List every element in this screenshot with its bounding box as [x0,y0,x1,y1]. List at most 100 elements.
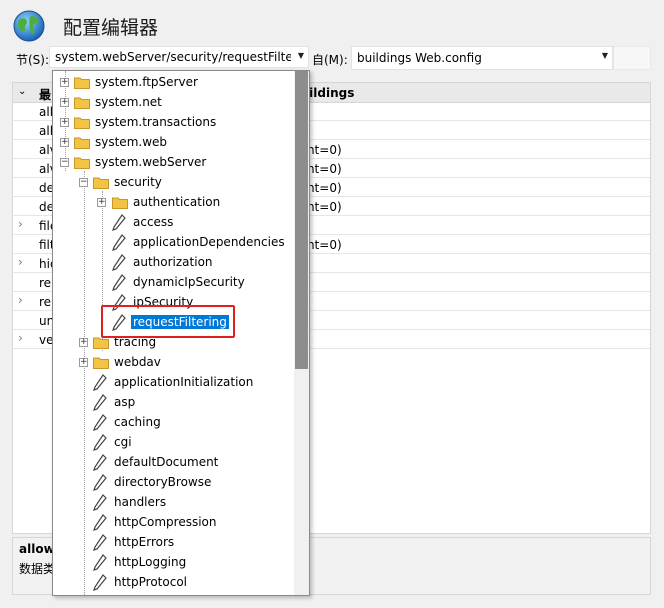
expand-icon[interactable]: + [97,198,106,207]
tree-item-cgi[interactable]: cgi [53,433,293,453]
tree-item-label: dynamicIpSecurity [133,275,245,289]
folder-icon [112,197,128,209]
tree-item-httpcompression[interactable]: httpCompression [53,513,293,533]
description-text: 数据类 [19,562,56,576]
highlight-box [101,305,235,338]
tree-item-label: httpCompression [114,515,217,529]
tree-item-label: authentication [133,195,221,209]
pencil-icon [93,534,107,551]
folder-icon [93,357,109,369]
tree-item-caching[interactable]: caching [53,413,293,433]
tree-item-label: httpLogging [114,555,187,569]
pencil-icon [93,554,107,571]
tree-item-label: applicationInitialization [114,375,254,389]
tree-item-asp[interactable]: asp [53,393,293,413]
expand-icon[interactable]: › [18,331,23,345]
tree-item-label: httpProtocol [114,575,187,589]
expand-icon[interactable]: + [60,78,69,87]
expand-icon[interactable]: + [60,138,69,147]
folder-icon [74,117,90,129]
folder-open-icon [74,157,90,169]
tree-item-label: access [133,215,174,229]
expand-icon[interactable]: + [79,358,88,367]
tree-item-applicationinitialization[interactable]: applicationInitialization [53,373,293,393]
tree-item-httperrors[interactable]: httpErrors [53,533,293,553]
tree-item-httplogging[interactable]: httpLogging [53,553,293,573]
grid-row-name: all [39,124,54,138]
chevron-down-icon[interactable]: ▼ [298,51,304,60]
grid-row-name: re [39,276,52,290]
pencil-icon [112,274,126,291]
pencil-icon [93,414,107,431]
tree-item-label: system.ftpServer [95,75,198,89]
pencil-icon [93,434,107,451]
expand-icon[interactable]: + [79,338,88,347]
grid-row-name: all [39,105,54,119]
tree-scrollbar[interactable] [294,71,309,595]
tree-item-label: asp [114,395,136,409]
tree-item-dynamicipsecurity[interactable]: dynamicIpSecurity [53,273,293,293]
pencil-icon [112,214,126,231]
scrollbar-thumb[interactable] [295,71,308,369]
tree-item-label: system.transactions [95,115,217,129]
expand-icon[interactable]: › [18,293,23,307]
grid-header-name: 最 [39,88,52,102]
tree-item-system-net[interactable]: + system.net [53,93,293,113]
pencil-icon [93,514,107,531]
section-label: 节(S): [16,53,50,67]
toolbar-button[interactable] [613,46,651,70]
collapse-icon[interactable]: − [60,158,69,167]
pencil-icon [93,494,107,511]
tree-item-defaultdocument[interactable]: defaultDocument [53,453,293,473]
collapse-icon[interactable]: − [79,178,88,187]
tree-item-label: httpErrors [114,535,175,549]
tree-item-label: handlers [114,495,167,509]
tree-item-label: applicationDependencies [133,235,285,249]
globe-icon [13,10,45,42]
tree-item-authorization[interactable]: authorization [53,253,293,273]
folder-icon [74,97,90,109]
folder-icon [74,137,90,149]
tree-item-system-ftpserver[interactable]: + system.ftpServer [53,73,293,93]
tree-item-label: security [114,175,162,189]
section-value: system.webServer/security/requestFilteri… [55,50,291,64]
tree-item-label: webdav [114,355,161,369]
page-title: 配置编辑器 [63,17,159,39]
tree-item-applicationdependencies[interactable]: applicationDependencies [53,233,293,253]
tree-item-authentication[interactable]: + authentication [53,193,293,213]
tree-item-httpprotocol[interactable]: httpProtocol [53,573,293,593]
collapse-icon[interactable]: ⌄ [18,86,26,97]
tree-item-handlers[interactable]: handlers [53,493,293,513]
tree-item-label: authorization [133,255,213,269]
pencil-icon [93,474,107,491]
expand-icon[interactable]: › [18,255,23,269]
tree-item-label: cgi [114,435,132,449]
from-dropdown[interactable]: buildings Web.config ▼ [351,46,613,70]
pencil-icon [93,394,107,411]
pencil-icon [93,454,107,471]
grid-row-name: re [39,295,52,309]
tree-item-label: system.net [95,95,162,109]
section-dropdown[interactable]: system.webServer/security/requestFilteri… [49,46,309,68]
folder-open-icon [93,177,109,189]
tree-item-label: system.web [95,135,168,149]
tree-item-security[interactable]: − security [53,173,293,193]
tree-item-system-web[interactable]: + system.web [53,133,293,153]
from-label: 自(M): [312,53,348,67]
expand-icon[interactable]: › [18,217,23,231]
tree-item-label: system.webServer [95,155,207,169]
expand-icon[interactable]: + [60,98,69,107]
folder-icon [74,77,90,89]
tree-item-label: caching [114,415,161,429]
tree-item-access[interactable]: access [53,213,293,233]
description-title: allow [19,542,55,556]
tree-item-webdav[interactable]: + webdav [53,353,293,373]
tree-item-directorybrowse[interactable]: directoryBrowse [53,473,293,493]
tree-item-system-webserver[interactable]: − system.webServer [53,153,293,173]
tree-item-label: defaultDocument [114,455,219,469]
pencil-icon [93,374,107,391]
expand-icon[interactable]: + [60,118,69,127]
chevron-down-icon[interactable]: ▼ [602,51,608,60]
pencil-icon [93,574,107,591]
tree-item-system-transactions[interactable]: + system.transactions [53,113,293,133]
